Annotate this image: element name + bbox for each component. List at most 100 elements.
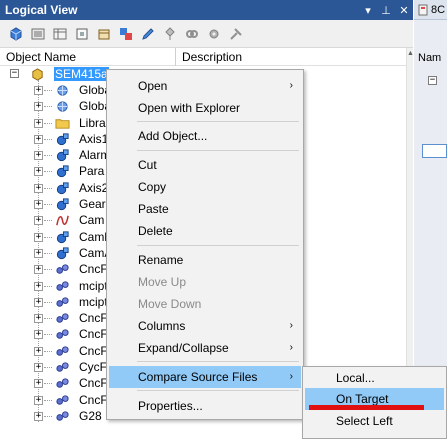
menu-separator	[137, 245, 299, 246]
cam-profile-icon	[55, 213, 70, 228]
menu-item-cut[interactable]: Cut	[109, 154, 301, 176]
expand-icon[interactable]: +	[34, 411, 43, 421]
submenu-item-label: Local...	[336, 371, 375, 385]
expand-icon[interactable]: +	[34, 297, 43, 307]
expand-icon[interactable]: +	[34, 102, 43, 112]
tools-icon[interactable]	[226, 24, 246, 44]
expand-icon[interactable]: +	[34, 216, 43, 226]
tree-item-label: mcipt	[79, 294, 108, 309]
expand-icon[interactable]: +	[34, 167, 43, 177]
submenu-item-select-left[interactable]: Select Left	[305, 410, 444, 432]
right-input-box[interactable]	[422, 144, 447, 158]
tree-branch-line	[44, 90, 52, 91]
column-description[interactable]: Description	[176, 48, 406, 66]
expand-icon[interactable]: +	[34, 248, 43, 258]
hierarchy-icon[interactable]	[160, 24, 180, 44]
list-icon[interactable]	[28, 24, 48, 44]
global-icon	[55, 83, 70, 98]
expand-icon[interactable]: +	[34, 379, 43, 389]
tree-item-label: Axis2	[79, 180, 109, 195]
menu-item-paste[interactable]: Paste	[109, 198, 301, 220]
expand-icon[interactable]: +	[34, 134, 43, 144]
axis-icon	[55, 148, 70, 163]
expand-icon[interactable]: +	[34, 183, 43, 193]
tree-branch-line	[44, 106, 52, 108]
collapse-icon[interactable]: −	[10, 69, 19, 78]
edit-icon[interactable]	[138, 24, 158, 44]
cnc-icon	[55, 262, 70, 277]
compare-source-files-submenu: Local... On Target Select Left	[302, 366, 447, 439]
expand-icon[interactable]: +	[34, 151, 43, 161]
cnc-icon	[55, 393, 70, 408]
menu-item-move-up[interactable]: Move Up	[109, 271, 301, 293]
config-icon	[418, 4, 428, 15]
menu-item-copy[interactable]: Copy	[109, 176, 301, 198]
right-panel-tab[interactable]: 8C	[414, 0, 447, 20]
menu-item-label: Delete	[138, 224, 173, 238]
table-icon[interactable]	[50, 24, 70, 44]
tree-root-label: SEM415a	[54, 67, 109, 81]
package-icon[interactable]	[94, 24, 114, 44]
expand-icon[interactable]: +	[34, 346, 43, 356]
axis-icon	[55, 230, 70, 245]
dropdown-icon[interactable]: ▾	[359, 1, 377, 19]
tree-item-label: Gear	[79, 197, 106, 212]
menu-item-open[interactable]: Open ›	[109, 75, 301, 97]
menu-item-label: Expand/Collapse	[138, 341, 229, 355]
submenu-item-local[interactable]: Local...	[305, 367, 444, 389]
menu-item-expand-collapse[interactable]: Expand/Collapse ›	[109, 337, 301, 359]
menu-item-label: Open	[138, 79, 168, 93]
axis-icon	[55, 132, 70, 147]
menu-item-label: Cut	[138, 158, 157, 172]
close-icon[interactable]: ✕	[395, 1, 413, 19]
menu-item-rename[interactable]: Rename	[109, 249, 301, 271]
menu-item-open-with-explorer[interactable]: Open with Explorer	[109, 97, 301, 119]
tree-item-label: Caml	[79, 229, 108, 244]
right-expander-icon[interactable]: −	[428, 76, 437, 85]
expand-icon[interactable]: +	[34, 118, 43, 128]
tree-item-label: CycF	[79, 360, 107, 375]
expand-icon[interactable]: +	[34, 395, 43, 405]
menu-item-columns[interactable]: Columns ›	[109, 315, 301, 337]
cube-icon[interactable]	[6, 24, 26, 44]
expand-icon[interactable]: +	[34, 314, 43, 324]
expand-icon[interactable]: +	[34, 363, 43, 373]
axis-icon	[55, 246, 70, 261]
tree-item-label: mcipt	[79, 278, 108, 293]
expand-icon[interactable]: +	[34, 281, 43, 291]
menu-item-compare-source-files[interactable]: Compare Source Files ›	[109, 366, 301, 388]
submenu-item-label: Select Left	[336, 414, 393, 428]
expand-icon[interactable]: +	[34, 86, 43, 95]
tree-item-label: CncF	[79, 311, 108, 326]
expand-icon[interactable]: +	[34, 330, 43, 340]
tree-branch-line	[44, 122, 52, 124]
cnc-icon	[55, 360, 70, 375]
menu-separator	[137, 390, 299, 391]
menu-item-add-object[interactable]: Add Object...	[109, 125, 301, 147]
compare-icon[interactable]	[116, 24, 136, 44]
tree-branch-line	[44, 399, 52, 401]
tree-branch-line	[44, 187, 52, 189]
cnc-icon	[55, 376, 70, 391]
column-object-name[interactable]: Object Name	[0, 48, 176, 66]
scroll-up-icon[interactable]: ▲	[407, 50, 414, 57]
menu-item-move-down[interactable]: Move Down	[109, 293, 301, 315]
panel-titlebar: Logical View ▾ ⊥ ✕	[0, 0, 413, 20]
link-icon[interactable]	[182, 24, 202, 44]
pin-icon[interactable]: ⊥	[377, 1, 395, 19]
tree-branch-line	[44, 301, 52, 303]
menu-item-properties[interactable]: Properties...	[109, 395, 301, 417]
expand-icon[interactable]: +	[34, 265, 43, 275]
column-header: Object Name Description	[0, 48, 406, 66]
tree-branch-line	[44, 285, 52, 287]
menu-item-delete[interactable]: Delete	[109, 220, 301, 242]
tree-item-label: CncF	[79, 262, 108, 277]
settings-icon[interactable]	[204, 24, 224, 44]
tree-branch-line	[44, 252, 52, 254]
tree-branch-line	[44, 220, 52, 222]
expand-icon[interactable]: +	[34, 200, 43, 210]
tree-item-label: CncF	[79, 392, 108, 407]
cnc-icon	[55, 311, 70, 326]
expand-icon[interactable]: +	[34, 232, 43, 242]
module-icon[interactable]	[72, 24, 92, 44]
